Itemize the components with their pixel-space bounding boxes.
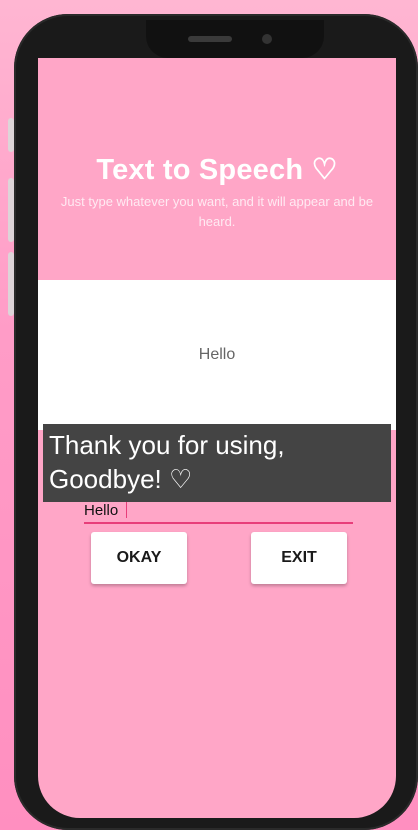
- page-title: Text to Speech ♡: [96, 154, 338, 186]
- front-camera: [262, 34, 272, 44]
- speaker-grille: [188, 36, 232, 42]
- output-panel: Hello: [38, 280, 396, 430]
- output-text: Hello: [198, 346, 236, 363]
- page-subtitle: Just type whatever you want, and it will…: [60, 194, 374, 229]
- okay-button[interactable]: OKAY: [91, 532, 187, 584]
- toast-message: Thank you for using, Goodbye! ♡: [43, 424, 391, 502]
- phone-notch: [146, 20, 324, 58]
- app-screen: Text to Speech ♡ Just type whatever you …: [38, 58, 396, 818]
- exit-button[interactable]: EXIT: [251, 532, 347, 584]
- text-cursor: [126, 501, 127, 518]
